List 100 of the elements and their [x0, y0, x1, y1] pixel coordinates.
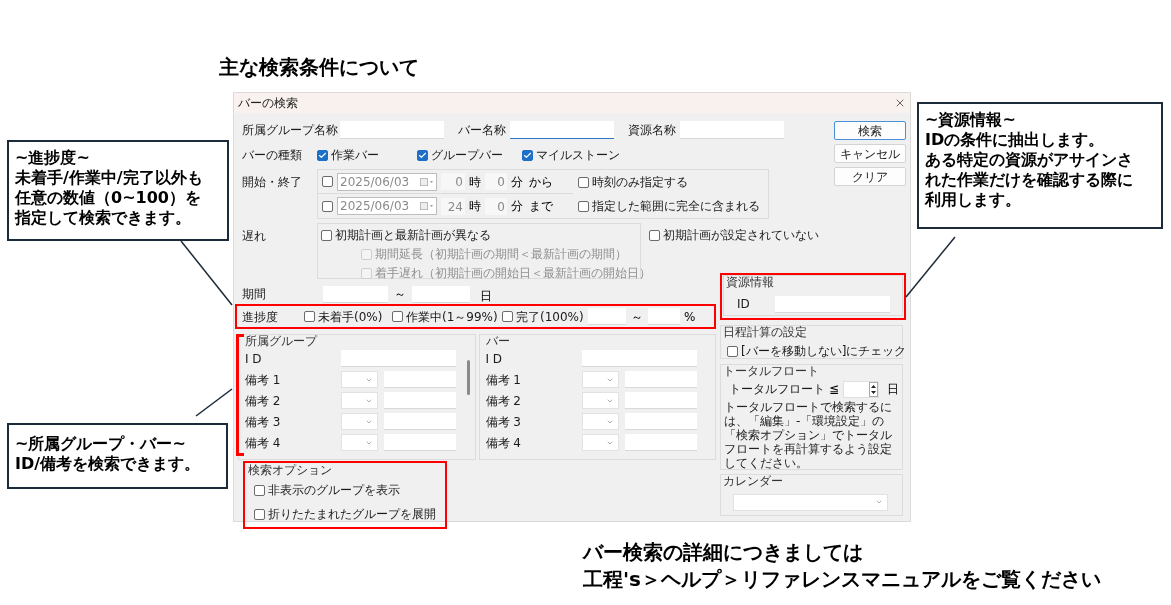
- field-label: 期間: [242, 286, 267, 303]
- field-label: バーの種類: [242, 147, 303, 164]
- callout-text: 指定して検索できます。: [15, 208, 192, 228]
- checkbox-label: 未着手(0%): [318, 308, 383, 326]
- unit-label: 時: [469, 173, 481, 191]
- range-label: から: [529, 173, 553, 191]
- checkbox[interactable]: [502, 311, 513, 322]
- field-label: 備考 4: [485, 434, 522, 452]
- callout-text: ~資源情報~: [925, 110, 1017, 130]
- field-label: 備考 2: [485, 392, 522, 410]
- checkbox[interactable]: [304, 311, 315, 322]
- check-icon: [318, 150, 327, 160]
- checkbox-label: 作業中(1～99%): [406, 308, 498, 326]
- window-title: バーの検索: [238, 95, 298, 112]
- close-icon[interactable]: [894, 97, 906, 109]
- unit-label: %: [684, 308, 696, 326]
- field-label: I D: [485, 350, 504, 368]
- range-separator: ～: [631, 308, 643, 326]
- checkbox-label: 時刻のみ指定する: [592, 174, 688, 191]
- field-label: I D: [245, 350, 263, 368]
- unit-label: 分: [511, 198, 523, 215]
- calendar-icon: [420, 202, 434, 210]
- checkbox[interactable]: [254, 484, 265, 496]
- checkbox[interactable]: [727, 345, 738, 357]
- field-label: 備考 1: [245, 371, 282, 389]
- field-label: 資源名称: [628, 122, 677, 139]
- group-title: 所属グループ: [245, 335, 319, 348]
- checkbox-label: 着手遅れ（初期計画の開始日＜最新計画の開始日）: [375, 265, 651, 282]
- footer-text: バー検索の詳細につきましては: [583, 539, 864, 566]
- dropdown-field[interactable]: [341, 392, 378, 409]
- range-label: まで: [529, 198, 553, 215]
- input-field[interactable]: [510, 121, 614, 139]
- check-icon: [523, 150, 532, 160]
- field-label: 進捗度: [242, 308, 279, 326]
- spinner-icon: [869, 381, 878, 397]
- footer-text: 工程's＞ヘルプ＞リファレンスマニュアルをご覧ください: [583, 566, 1102, 593]
- group-title: 検索オプション: [248, 463, 333, 477]
- dropdown-field[interactable]: [581, 434, 619, 451]
- unit-label: 時: [469, 198, 481, 215]
- checkbox-label: 初期計画と最新計画が異なる: [335, 227, 491, 244]
- checkbox-label: 折りたたまれたグループを展開: [268, 506, 436, 523]
- dropdown-field[interactable]: [581, 413, 619, 430]
- callout-text: ある特定の資源がアサインさ: [925, 150, 1134, 170]
- checkbox-label: 非表示のグループを表示: [268, 482, 400, 499]
- checkbox[interactable]: [649, 229, 660, 241]
- unit-label: 日: [480, 288, 492, 305]
- callout-text: IDの条件に抽出します。: [925, 130, 1106, 150]
- range-separator: ～: [394, 286, 406, 303]
- scrollbar-thumb[interactable]: [466, 360, 470, 395]
- checkbox[interactable]: [578, 200, 589, 212]
- checkbox[interactable]: [317, 149, 328, 161]
- checkbox-label: [バーを移動しない]にチェック: [741, 343, 907, 360]
- slide-title: 主な検索条件について: [219, 54, 419, 81]
- check-icon: [418, 150, 427, 160]
- help-text: トータルフロートで検索するには、「編集」-「環境設定」の「検索オプション」でトータルフロートを再計算するよう設定してください。: [723, 400, 893, 470]
- checkbox-label: マイルストーン: [536, 147, 620, 164]
- callout-text: れた作業だけを確認する際に: [925, 170, 1134, 190]
- field-label: 備考 1: [485, 371, 522, 389]
- group-title: カレンダー: [722, 475, 784, 488]
- field-label: 備考 3: [485, 413, 522, 431]
- checkbox-label: 完了(100%): [516, 308, 584, 326]
- checkbox[interactable]: [254, 508, 265, 520]
- dropdown-field[interactable]: [581, 371, 619, 388]
- dialog-button[interactable]: 検索: [834, 121, 906, 140]
- dropdown-field[interactable]: [581, 392, 619, 409]
- field-label: 備考 4: [245, 434, 282, 452]
- field-label: バー名称: [458, 122, 507, 139]
- dropdown-field[interactable]: [733, 493, 888, 511]
- group-title: バー: [485, 335, 511, 348]
- callout-text: ID/備考を検索できます。: [15, 454, 202, 474]
- unit-label: 分: [511, 173, 523, 191]
- checkbox-label: 初期計画が設定されていない: [663, 227, 819, 244]
- group-title: トータルフロート: [722, 365, 820, 378]
- checkbox-label: 作業バー: [331, 147, 379, 164]
- checkbox[interactable]: [392, 311, 403, 322]
- dropdown-field[interactable]: [341, 434, 378, 451]
- checkbox[interactable]: [578, 176, 589, 188]
- field-label: 備考 3: [245, 413, 282, 431]
- spin-field[interactable]: [843, 380, 879, 398]
- field-label: トータルフロート: [729, 381, 826, 398]
- dialog-button[interactable]: キャンセル: [834, 144, 906, 163]
- field-label: 備考 2: [245, 392, 282, 410]
- dropdown-field[interactable]: [341, 413, 378, 430]
- checkbox-label: 指定した範囲に完全に含まれる: [592, 198, 760, 215]
- calendar-icon: [420, 177, 434, 186]
- dropdown-field[interactable]: [341, 371, 378, 388]
- callout-text: ~進捗度~: [15, 148, 91, 168]
- callout-text: ~所属グループ・バー~: [15, 434, 187, 454]
- dialog-button[interactable]: クリア: [834, 167, 906, 186]
- field-label: 遅れ: [242, 228, 267, 245]
- field-label: 開始・終了: [242, 174, 303, 191]
- checkbox[interactable]: [417, 149, 428, 161]
- leader-line: [195, 388, 233, 417]
- checkbox[interactable]: [522, 149, 533, 161]
- chevron-down-icon: [875, 498, 883, 506]
- checkbox[interactable]: [321, 229, 332, 241]
- field-label: ID: [737, 296, 751, 313]
- callout-text: 任意の数値（0~100）を: [15, 188, 202, 208]
- callout-text: 未着手/作業中/完了以外も: [15, 168, 204, 188]
- unit-label: 日: [887, 381, 899, 398]
